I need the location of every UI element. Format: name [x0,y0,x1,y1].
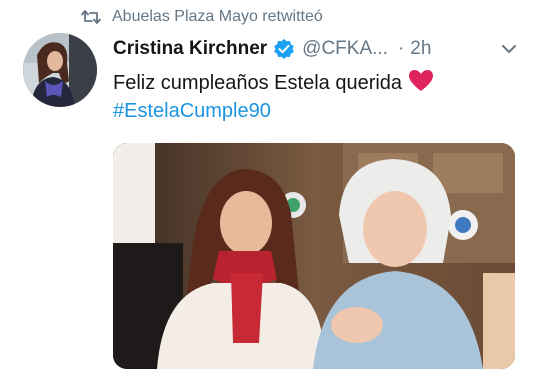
retweet-label: Abuelas Plaza Mayo retwitteó [112,8,323,25]
red-heart-icon [408,69,434,93]
tweet-body: Feliz cumpleaños Estela querida [113,72,403,94]
display-name[interactable]: Cristina Kirchner [113,38,267,60]
tweet-header: Cristina Kirchner @CFKA... · 2h [113,36,520,62]
tweet-photo[interactable] [113,143,515,369]
avatar[interactable] [23,33,97,107]
retweet-icon [80,6,102,28]
chevron-down-icon[interactable] [498,38,520,60]
separator-dot: · [397,38,405,59]
tweet-text: Feliz cumpleaños Estela querida #EstelaC… [113,69,513,125]
timestamp[interactable]: 2h [410,38,431,60]
handle[interactable]: @CFKA... [302,38,388,60]
hashtag-link[interactable]: #EstelaCumple90 [113,97,513,125]
retweet-context[interactable]: Abuelas Plaza Mayo retwitteó [80,6,323,28]
verified-badge-icon [273,38,295,60]
